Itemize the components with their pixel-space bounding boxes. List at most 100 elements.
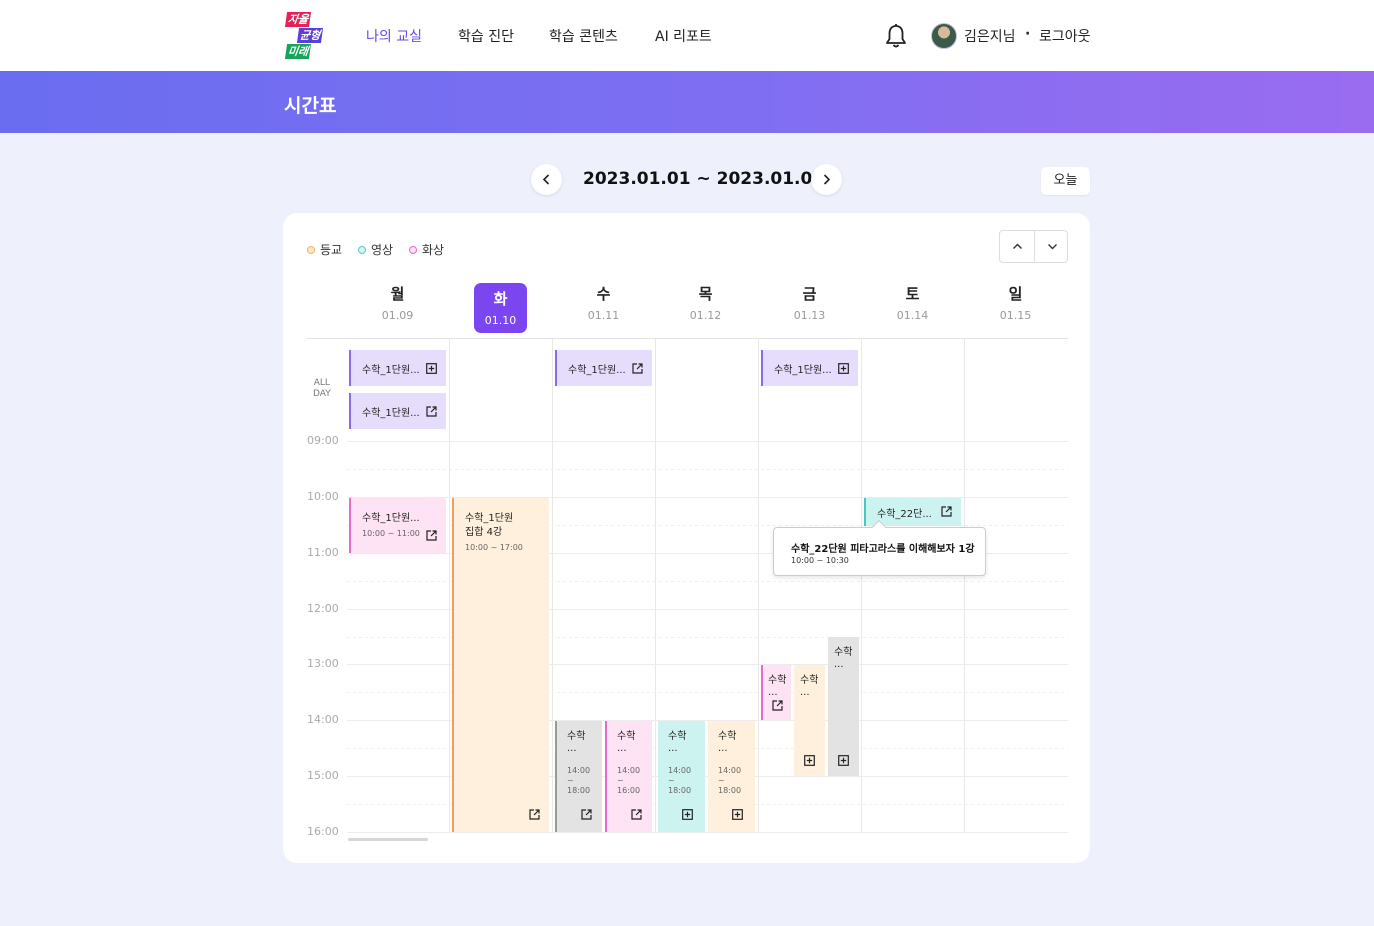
event-title: 수학 ...	[567, 731, 585, 755]
event-time: 10:00 ~ 17:00	[465, 543, 523, 552]
logout-link[interactable]: 로그아웃	[1039, 26, 1091, 46]
time-label: 14:00	[307, 713, 339, 726]
column-divider	[861, 338, 862, 832]
event-title-line: ...	[668, 743, 678, 754]
nav-my-classroom[interactable]: 나의 교실	[366, 26, 422, 46]
day-header-sat[interactable]: 토 01.14	[861, 283, 964, 322]
add-box-icon[interactable]	[838, 755, 849, 766]
allday-label-line: ALL	[313, 378, 330, 388]
external-link-icon[interactable]	[631, 809, 642, 820]
day-date: 01.13	[793, 309, 826, 322]
event-time-line: 14:00	[718, 766, 742, 775]
event-wed-gray[interactable]: 수학 ... 14:00 ~ 18:00	[555, 721, 602, 832]
column-divider	[552, 338, 553, 832]
add-box-icon[interactable]	[682, 809, 693, 820]
event-time-line: ~	[567, 776, 574, 785]
event-title-line: ...	[567, 743, 577, 754]
time-label: 15:00	[307, 769, 339, 782]
external-link-icon[interactable]	[581, 809, 592, 820]
allday-label-line: DAY	[313, 389, 331, 399]
scroll-down-button[interactable]	[1035, 231, 1069, 262]
prev-week-button[interactable]	[531, 164, 562, 195]
scroll-up-button[interactable]	[1000, 231, 1034, 262]
event-time-line: 18:00	[718, 786, 742, 795]
event-allday-mon-2[interactable]: 수학_1단원...	[349, 393, 446, 429]
day-name: 목	[698, 285, 713, 303]
nav-learning-diagnosis[interactable]: 학습 진단	[458, 26, 514, 46]
page-title: 시간표	[284, 95, 337, 117]
add-box-icon[interactable]	[804, 755, 815, 766]
logo[interactable]: 자율 균형 미래	[284, 12, 330, 60]
event-title-line: ...	[617, 743, 627, 754]
time-label: 13:00	[307, 657, 339, 670]
add-box-icon[interactable]	[732, 809, 743, 820]
logo-line-2: 균형	[296, 28, 324, 43]
external-link-icon[interactable]	[426, 406, 437, 417]
hour-line	[347, 832, 1068, 833]
event-title: 수학_1단원...	[774, 365, 832, 376]
time-label: 12:00	[307, 602, 339, 615]
day-name: 수	[596, 285, 611, 303]
event-mon-live[interactable]: 수학_1단원... 10:00 ~ 11:00	[349, 498, 446, 553]
column-divider	[964, 338, 965, 832]
nav-learning-contents[interactable]: 학습 콘텐츠	[549, 26, 618, 46]
horizontal-scrollbar[interactable]	[348, 838, 428, 841]
external-link-icon[interactable]	[772, 700, 783, 711]
event-time-line: ~	[668, 776, 675, 785]
event-title-line: 수학	[834, 647, 853, 658]
event-title-line: 수학	[718, 731, 737, 742]
half-hour-line	[347, 469, 1068, 470]
event-tooltip: 수학_22단원 피타고라스를 이해해보자 1강 10:00 ~ 10:30	[773, 519, 986, 576]
event-fri-peach[interactable]: 수학 ...	[794, 665, 825, 776]
avatar[interactable]	[931, 23, 957, 49]
day-header-thu[interactable]: 목 01.12	[654, 283, 757, 322]
event-fri-pink[interactable]: 수학 ...	[761, 665, 791, 720]
day-header-wed[interactable]: 수 01.11	[552, 283, 655, 322]
event-title-line: 수학	[668, 731, 687, 742]
next-week-button[interactable]	[811, 164, 842, 195]
event-thu-teal[interactable]: 수학 ... 14:00 ~ 18:00	[658, 721, 705, 832]
event-time: 14:00 ~ 16:00	[617, 766, 640, 796]
time-label: 10:00	[307, 490, 339, 503]
event-title-line: 수학	[617, 731, 636, 742]
add-box-icon[interactable]	[838, 363, 849, 374]
external-link-icon[interactable]	[529, 809, 540, 820]
day-name: 일	[1008, 285, 1023, 303]
event-title: 수학_1단원	[465, 513, 514, 524]
event-allday-wed[interactable]: 수학_1단원...	[555, 350, 652, 386]
event-allday-fri[interactable]: 수학_1단원...	[761, 350, 858, 386]
day-header-sun[interactable]: 일 01.15	[964, 283, 1067, 322]
event-wed-pink[interactable]: 수학 ... 14:00 ~ 16:00	[605, 721, 652, 832]
external-link-icon[interactable]	[426, 530, 437, 541]
column-divider	[758, 338, 759, 832]
event-tue-school[interactable]: 수학_1단원 집합 4강 10:00 ~ 17:00	[452, 498, 549, 832]
event-thu-peach[interactable]: 수학 ... 14:00 ~ 18:00	[708, 721, 755, 832]
event-time-line: 18:00	[668, 786, 692, 795]
external-link-icon[interactable]	[632, 363, 643, 374]
event-fri-gray[interactable]: 수학 ...	[828, 637, 859, 776]
chevron-up-icon	[1013, 243, 1022, 249]
day-date: 01.10	[484, 314, 517, 327]
bell-icon[interactable]	[884, 23, 908, 49]
day-date: 01.12	[689, 309, 722, 322]
legend-label: 화상	[422, 243, 445, 257]
tooltip-title: 수학_22단원 피타고라스를 이해해보자 1강	[791, 544, 975, 555]
legend-live: 화상	[409, 241, 444, 258]
event-time-line: 14:00	[668, 766, 692, 775]
legend-dot	[409, 245, 417, 254]
event-time: 10:00 ~ 11:00	[362, 529, 420, 538]
today-button[interactable]: 오늘	[1041, 167, 1090, 195]
day-header-fri[interactable]: 금 01.13	[758, 283, 861, 322]
event-title: 수학 ...	[617, 731, 635, 755]
add-box-icon[interactable]	[426, 363, 437, 374]
nav-ai-report[interactable]: AI 리포트	[655, 26, 712, 46]
external-link-icon[interactable]	[941, 506, 952, 517]
legend-dot	[358, 245, 366, 254]
event-allday-mon-1[interactable]: 수학_1단원...	[349, 350, 446, 386]
day-header-tue-selected[interactable]: 화 01.10	[474, 283, 527, 333]
legend-school: 등교	[307, 241, 342, 258]
event-time-line: 16:00	[617, 786, 641, 795]
chevron-down-icon	[1048, 244, 1057, 250]
event-title: 수학_22단...	[877, 509, 932, 520]
day-header-mon[interactable]: 월 01.09	[346, 283, 449, 322]
